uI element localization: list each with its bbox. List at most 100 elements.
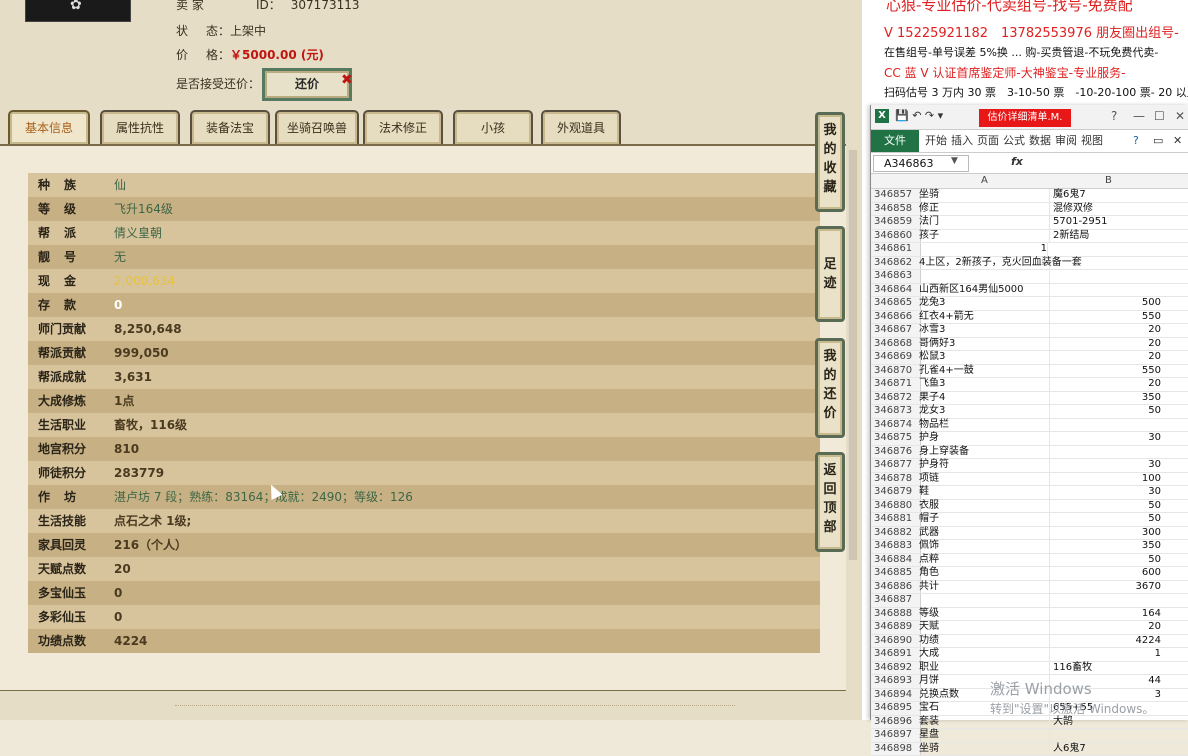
- sheet-row[interactable]: 346885角色600: [871, 567, 1188, 581]
- cell-a[interactable]: 大成: [918, 648, 1050, 661]
- cell-b[interactable]: 4224: [1053, 635, 1161, 648]
- sheet-row[interactable]: 346891大成1: [871, 648, 1188, 662]
- sheet-row[interactable]: 346888等级164: [871, 608, 1188, 622]
- cell-b[interactable]: [1053, 284, 1163, 297]
- cell-a[interactable]: 帽子: [918, 513, 1050, 526]
- sheet-row[interactable]: 346884点粹50: [871, 554, 1188, 568]
- cell-a[interactable]: [918, 594, 1050, 607]
- row-number[interactable]: 346874: [871, 419, 921, 432]
- row-number[interactable]: 346869: [871, 351, 921, 364]
- my-offers-button[interactable]: 我的还价: [815, 338, 845, 438]
- sheet-row[interactable]: 346875护身30: [871, 432, 1188, 446]
- cell-a[interactable]: 龙兔3: [918, 297, 1050, 310]
- tab-mounts-pets[interactable]: 坐骑召唤兽: [275, 110, 359, 144]
- sheet-row[interactable]: 346881帽子50: [871, 513, 1188, 527]
- row-number[interactable]: 346863: [871, 270, 921, 283]
- scrollbar-thumb[interactable]: [849, 150, 857, 560]
- ribbon-tab-formulas[interactable]: 公式: [1003, 132, 1025, 150]
- cell-b[interactable]: 人6鬼7: [1053, 743, 1163, 756]
- cell-a[interactable]: 坐骑: [918, 743, 1050, 756]
- cell-a[interactable]: 修正: [918, 203, 1050, 216]
- fx-icon[interactable]: fx: [1011, 155, 1023, 168]
- sheet-row[interactable]: 346867冰雪320: [871, 324, 1188, 338]
- row-number[interactable]: 346886: [871, 581, 921, 594]
- row-number[interactable]: 346877: [871, 459, 921, 472]
- row-number[interactable]: 346894: [871, 689, 921, 702]
- row-number[interactable]: 346890: [871, 635, 921, 648]
- cell-b[interactable]: 50: [1053, 405, 1161, 418]
- cell-a[interactable]: 孔雀4+一鼓: [918, 365, 1050, 378]
- cell-a[interactable]: 等级: [918, 608, 1050, 621]
- ribbon-tab-review[interactable]: 审阅: [1055, 132, 1077, 150]
- cell-b[interactable]: 20: [1053, 324, 1161, 337]
- row-number[interactable]: 346873: [871, 405, 921, 418]
- row-number[interactable]: 346878: [871, 473, 921, 486]
- row-number[interactable]: 346889: [871, 621, 921, 634]
- row-number[interactable]: 346897: [871, 729, 921, 742]
- row-number[interactable]: 346858: [871, 203, 921, 216]
- row-number[interactable]: 346871: [871, 378, 921, 391]
- sheet-row[interactable]: 346878项链100: [871, 473, 1188, 487]
- row-number[interactable]: 346881: [871, 513, 921, 526]
- cell-b[interactable]: 100: [1053, 473, 1161, 486]
- row-number[interactable]: 346868: [871, 338, 921, 351]
- cell-b[interactable]: 5701-2951: [1053, 216, 1163, 229]
- row-number[interactable]: 346898: [871, 743, 921, 756]
- cell-a[interactable]: 共计: [918, 581, 1050, 594]
- tab-children[interactable]: 小孩: [453, 110, 533, 144]
- cell-a[interactable]: 护身: [918, 432, 1050, 445]
- sheet-row[interactable]: 346897星盘: [871, 729, 1188, 743]
- cell-a[interactable]: 4上区，2新孩子，克火回血装备一套: [918, 257, 1050, 270]
- row-number[interactable]: 346895: [871, 702, 921, 715]
- row-number[interactable]: 346860: [871, 230, 921, 243]
- cell-a[interactable]: 物品栏: [918, 419, 1050, 432]
- cell-b[interactable]: 大鹄: [1053, 716, 1163, 729]
- cell-b[interactable]: 50: [1053, 513, 1161, 526]
- help-icon[interactable]: ?: [1111, 109, 1117, 123]
- tab-spell-mods[interactable]: 法术修正: [363, 110, 443, 144]
- cell-b[interactable]: 350: [1053, 392, 1161, 405]
- sheet-row[interactable]: 346858修正混修双修: [871, 203, 1188, 217]
- cell-a[interactable]: 套装: [918, 716, 1050, 729]
- sheet-row[interactable]: 346865龙兔3500: [871, 297, 1188, 311]
- row-number[interactable]: 346870: [871, 365, 921, 378]
- cell-b[interactable]: 30: [1053, 486, 1161, 499]
- tab-equipment[interactable]: 装备法宝: [190, 110, 270, 144]
- cell-b[interactable]: 1: [1053, 648, 1161, 661]
- row-number[interactable]: 346885: [871, 567, 921, 580]
- close-window-icon[interactable]: ✕: [1175, 109, 1185, 123]
- cell-b[interactable]: 300: [1053, 527, 1161, 540]
- sheet-row[interactable]: 346859法门5701-2951: [871, 216, 1188, 230]
- cell-a[interactable]: 职业: [918, 662, 1050, 675]
- ribbon-tab-insert[interactable]: 插入: [951, 132, 973, 150]
- cell-b[interactable]: 30: [1053, 432, 1161, 445]
- cell-a[interactable]: 天赋: [918, 621, 1050, 634]
- cell-a[interactable]: 功绩: [918, 635, 1050, 648]
- cell-a[interactable]: 佩饰: [918, 540, 1050, 553]
- minimize-icon[interactable]: —: [1133, 109, 1145, 123]
- sheet-row[interactable]: 346863: [871, 270, 1188, 284]
- sheet-row[interactable]: 346886共计3670: [871, 581, 1188, 595]
- sheet-row[interactable]: 346860孩子2新结局: [871, 230, 1188, 244]
- sheet-row[interactable]: 346870孔雀4+一鼓550: [871, 365, 1188, 379]
- tab-attributes[interactable]: 属性抗性: [100, 110, 180, 144]
- row-number[interactable]: 346862: [871, 257, 921, 270]
- cell-b[interactable]: 50: [1053, 500, 1161, 513]
- cell-b[interactable]: 3670: [1053, 581, 1161, 594]
- cell-a[interactable]: 孩子: [918, 230, 1050, 243]
- sheet-row[interactable]: 346880衣服50: [871, 500, 1188, 514]
- cell-a[interactable]: 项链: [918, 473, 1050, 486]
- row-number[interactable]: 346880: [871, 500, 921, 513]
- tab-appearance[interactable]: 外观道具: [541, 110, 621, 144]
- cell-a[interactable]: 法门: [918, 216, 1050, 229]
- row-number[interactable]: 346887: [871, 594, 921, 607]
- cell-a[interactable]: 武器: [918, 527, 1050, 540]
- row-number[interactable]: 346879: [871, 486, 921, 499]
- sheet-row[interactable]: 3468611: [871, 243, 1188, 257]
- close-workbook-icon[interactable]: ✕: [1173, 132, 1182, 150]
- cell-b[interactable]: 600: [1053, 567, 1161, 580]
- cell-a[interactable]: 松鼠3: [918, 351, 1050, 364]
- row-number[interactable]: 346891: [871, 648, 921, 661]
- cell-a[interactable]: 护身符: [918, 459, 1050, 472]
- cell-b[interactable]: 350: [1053, 540, 1161, 553]
